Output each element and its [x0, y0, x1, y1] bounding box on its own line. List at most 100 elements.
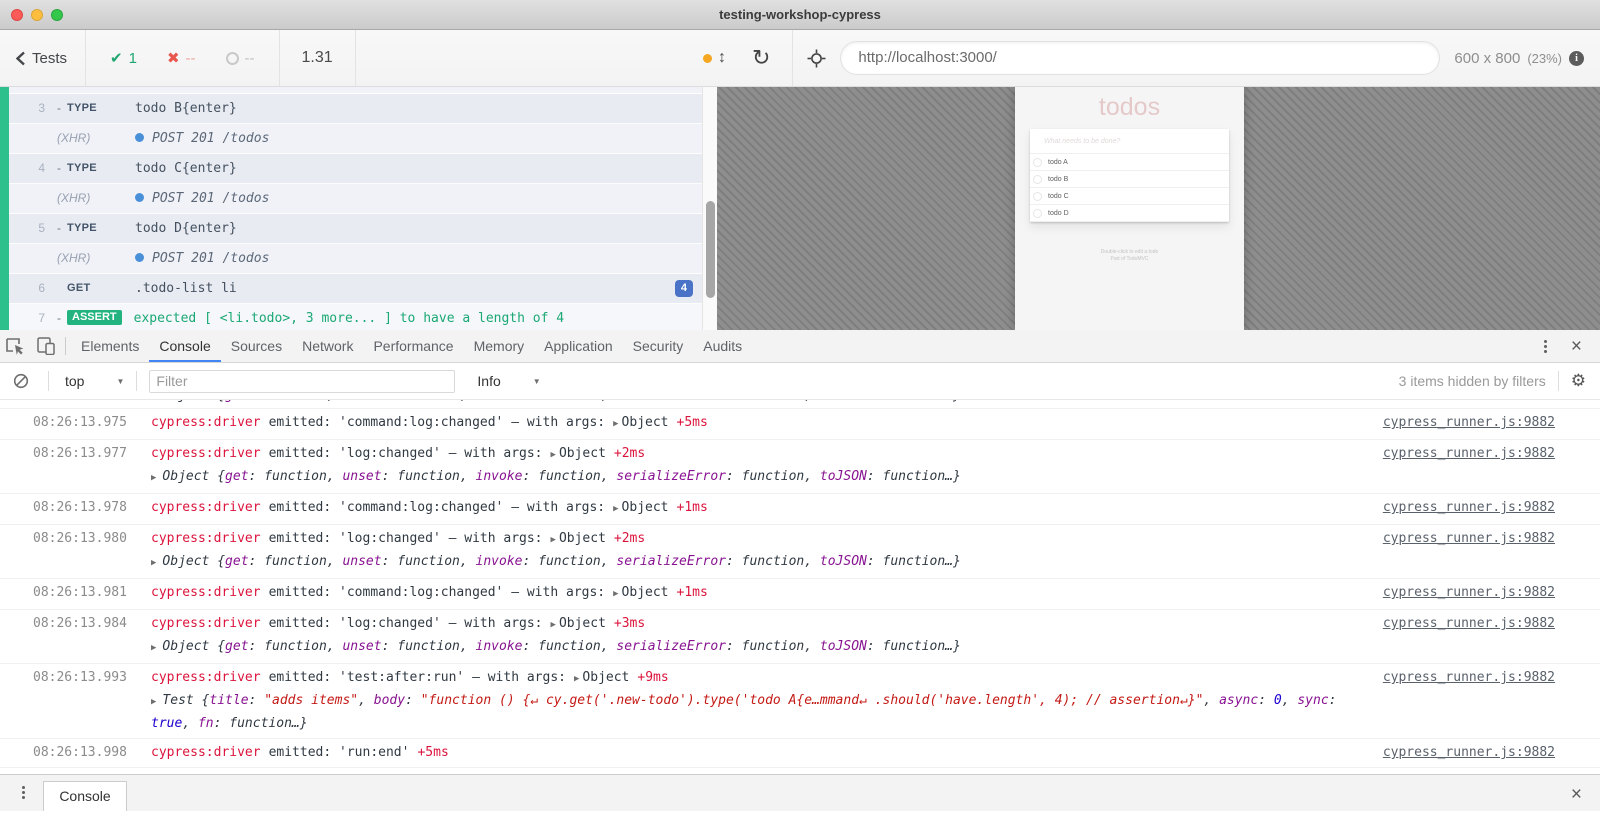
- expand-arrow-icon[interactable]: ▶: [151, 697, 156, 707]
- tab-sources[interactable]: Sources: [221, 330, 292, 362]
- reload-icon[interactable]: ↻: [752, 47, 770, 69]
- command-row[interactable]: 5-TYPEtodo D{enter}: [9, 214, 717, 244]
- drawer-menu-icon[interactable]: [14, 782, 33, 803]
- object-name: Object: [582, 670, 629, 685]
- app-preview-area: todos What needs to be done? todo Atodo …: [717, 87, 1600, 330]
- source-link[interactable]: cypress_runner.js:9882: [1383, 528, 1555, 549]
- devtools-menu-icon[interactable]: [1536, 336, 1555, 357]
- tab-performance[interactable]: Performance: [363, 330, 463, 362]
- console-message: cypress:driveremitted: 'run:end'+5ms: [151, 742, 1369, 763]
- command-row[interactable]: 7-ASSERTexpected [ <li.todo>, 3 more... …: [9, 304, 717, 330]
- tests-label: Tests: [32, 50, 67, 67]
- command-row[interactable]: 3-TYPEtodo B{enter}: [9, 94, 717, 124]
- drawer-close-icon[interactable]: ×: [1565, 785, 1588, 804]
- tab-memory[interactable]: Memory: [464, 330, 535, 362]
- info-icon[interactable]: i: [1569, 51, 1584, 66]
- app-iframe[interactable]: todos What needs to be done? todo Atodo …: [1015, 87, 1244, 330]
- todo-footer: Double-click to edit a todoPart of TodoM…: [1015, 249, 1244, 263]
- command-row[interactable]: 6GET.todo-list li4: [9, 274, 717, 304]
- tab-security[interactable]: Security: [623, 330, 694, 362]
- debug-time-delta: +5ms: [417, 745, 448, 760]
- failed-stat[interactable]: ✖ --: [167, 49, 196, 67]
- console-timestamp: 08:26:13.984: [33, 613, 139, 634]
- todo-list-item[interactable]: todo D: [1030, 205, 1229, 222]
- divider: [136, 371, 137, 391]
- expand-arrow-icon[interactable]: ▶: [151, 643, 156, 653]
- todo-checkbox[interactable]: [1033, 209, 1042, 218]
- source-link[interactable]: cypress_runner.js:9882: [1383, 443, 1555, 464]
- source-link[interactable]: cypress_runner.js:9882: [1383, 613, 1555, 634]
- expand-arrow-icon[interactable]: ▶: [551, 450, 556, 460]
- up-down-arrow-icon: ↕: [718, 49, 726, 67]
- todo-list-item[interactable]: todo C: [1030, 188, 1229, 205]
- expand-arrow-icon[interactable]: ▶: [613, 504, 618, 514]
- clear-console-icon[interactable]: [6, 368, 36, 394]
- expand-arrow-icon[interactable]: ▶: [574, 674, 579, 684]
- scrollbar-thumb[interactable]: [706, 201, 715, 298]
- source-link[interactable]: cypress_runner.js:9882: [1383, 412, 1555, 433]
- source-link[interactable]: cypress_runner.js:9882: [1383, 582, 1555, 603]
- request-dot-icon: [135, 133, 144, 142]
- xhr-route-row[interactable]: (XHR)POST 201 /todos: [9, 244, 717, 274]
- console-message: cypress:driveremitted: 'log:changed' – w…: [151, 613, 1369, 636]
- close-window-button[interactable]: [11, 9, 23, 21]
- expand-arrow-icon[interactable]: ▶: [551, 620, 556, 630]
- todo-list-item[interactable]: todo A: [1030, 154, 1229, 171]
- command-row[interactable]: 4-TYPEtodo C{enter}: [9, 154, 717, 184]
- expand-arrow-icon[interactable]: ▶: [613, 589, 618, 599]
- traffic-lights: [11, 9, 63, 21]
- todo-checkbox[interactable]: [1033, 158, 1042, 167]
- expand-arrow-icon[interactable]: ▶: [551, 535, 556, 545]
- object-name: Object: [559, 446, 606, 461]
- expand-arrow-icon[interactable]: ▶: [613, 419, 618, 429]
- expand-arrow-icon[interactable]: ▶: [151, 558, 156, 568]
- todo-checkbox[interactable]: [1033, 175, 1042, 184]
- xhr-route-row[interactable]: (XHR)POST 201 /todos: [9, 124, 717, 154]
- xhr-label: (XHR): [57, 250, 123, 267]
- check-icon: ✔: [110, 49, 123, 67]
- viewport-info: 600 x 800 (23%) i: [1454, 50, 1584, 67]
- console-settings-gear-icon[interactable]: ⚙: [1571, 371, 1586, 391]
- source-link[interactable]: cypress_runner.js:9882: [1383, 742, 1555, 763]
- tab-elements[interactable]: Elements: [71, 330, 149, 362]
- auto-scroll-toggle[interactable]: ↕: [703, 49, 726, 67]
- drawer-tab-console[interactable]: Console: [43, 781, 127, 811]
- todo-checkbox[interactable]: [1033, 192, 1042, 201]
- x-mark-icon: ✖: [167, 49, 180, 67]
- inspect-element-icon[interactable]: [0, 333, 30, 359]
- log-level-select[interactable]: Info ▼: [477, 373, 540, 389]
- object-name: Object: [559, 531, 606, 546]
- new-todo-input[interactable]: What needs to be done?: [1030, 129, 1229, 154]
- command-method: -ASSERT: [57, 310, 122, 327]
- execution-context-select[interactable]: top ▼: [65, 373, 124, 389]
- console-filter-input[interactable]: [149, 370, 455, 393]
- url-input[interactable]: http://localhost:3000/: [840, 41, 1440, 75]
- tab-network[interactable]: Network: [292, 330, 363, 362]
- command-number: 4: [29, 160, 45, 177]
- footer-line: Part of TodoMVC: [1015, 256, 1244, 263]
- tab-audits[interactable]: Audits: [693, 330, 752, 362]
- reporter-scrollbar[interactable]: [702, 87, 717, 330]
- devtools-close-icon[interactable]: ×: [1565, 337, 1588, 356]
- passed-count: 1: [129, 50, 137, 67]
- source-link[interactable]: cypress_runner.js:9882: [1383, 497, 1555, 518]
- zoom-window-button[interactable]: [51, 9, 63, 21]
- tab-console[interactable]: Console: [149, 330, 220, 362]
- command-number: 5: [29, 220, 45, 237]
- console-entry-clipped: ▶Object {get: function, unset: function,…: [0, 400, 1600, 408]
- selector-playground-icon[interactable]: [807, 49, 826, 68]
- device-toolbar-icon[interactable]: [30, 333, 60, 359]
- console-prompt[interactable]: ›: [0, 767, 1600, 774]
- xhr-route-row[interactable]: (XHR)POST 201 /todos: [9, 184, 717, 214]
- passed-stat[interactable]: ✔ 1: [110, 49, 137, 67]
- minimize-window-button[interactable]: [31, 9, 43, 21]
- pending-count: --: [245, 50, 255, 67]
- todo-list-item[interactable]: todo B: [1030, 171, 1229, 188]
- expand-arrow-icon[interactable]: ▶: [151, 473, 156, 483]
- tab-application[interactable]: Application: [534, 330, 623, 362]
- pending-stat[interactable]: --: [226, 50, 255, 67]
- xhr-message: POST 201 /todos: [135, 190, 693, 207]
- back-to-tests-button[interactable]: Tests: [16, 50, 67, 67]
- expand-arrow-icon[interactable]: ▶: [151, 400, 156, 402]
- source-link[interactable]: cypress_runner.js:9882: [1383, 667, 1555, 688]
